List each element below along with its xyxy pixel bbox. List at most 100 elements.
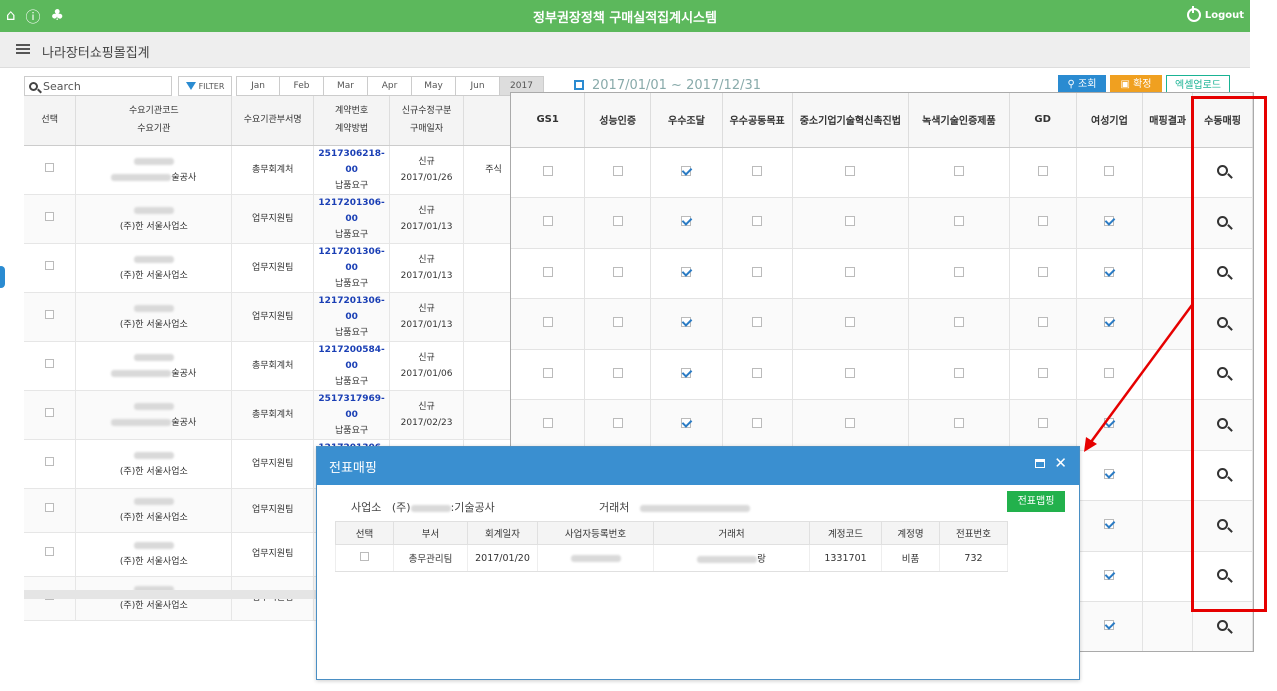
voucher-col-header[interactable]: 부서 bbox=[393, 521, 468, 545]
policy-cell[interactable] bbox=[908, 248, 1010, 299]
month-tab[interactable]: Jun bbox=[456, 76, 500, 96]
policy-checkbox[interactable] bbox=[1104, 569, 1115, 580]
policy-col-header[interactable]: 여성기업 bbox=[1076, 93, 1144, 148]
policy-col-header[interactable]: 녹색기술인증제품 bbox=[908, 93, 1010, 148]
policy-cell[interactable] bbox=[650, 349, 723, 400]
select-cell[interactable] bbox=[24, 243, 77, 293]
policy-checkbox[interactable] bbox=[1037, 418, 1048, 429]
policy-cell[interactable] bbox=[722, 197, 793, 249]
policy-checkbox[interactable] bbox=[542, 165, 553, 176]
logout-button[interactable]: Logout bbox=[1186, 6, 1244, 22]
policy-cell[interactable] bbox=[584, 147, 652, 198]
policy-checkbox[interactable] bbox=[1104, 165, 1115, 176]
contract-number[interactable]: 1217201306-00 bbox=[318, 198, 384, 224]
table-row[interactable]: (주)한 서울사업소 업무지원팀1217201306-00 납품요구 신규 2017/0… bbox=[24, 194, 524, 244]
table-row[interactable]: 술공사 총무회계처 2517317969-00 납품요구 신규 2017/02/23 bbox=[24, 390, 524, 440]
policy-checkbox[interactable] bbox=[612, 317, 623, 328]
policy-checkbox[interactable] bbox=[1104, 519, 1115, 530]
select-cell[interactable] bbox=[24, 439, 77, 489]
policy-checkbox[interactable] bbox=[752, 317, 763, 328]
policy-cell[interactable] bbox=[1009, 298, 1077, 350]
policy-checkbox[interactable] bbox=[681, 317, 692, 328]
policy-cell[interactable] bbox=[650, 298, 723, 350]
table-row[interactable] bbox=[511, 197, 1253, 249]
policy-checkbox[interactable] bbox=[953, 418, 964, 429]
policy-col-header[interactable]: 성능인증 bbox=[584, 93, 652, 148]
policy-checkbox[interactable] bbox=[1104, 367, 1115, 378]
col-header[interactable]: 수요기관부서명 bbox=[231, 96, 315, 146]
policy-checkbox[interactable] bbox=[542, 317, 553, 328]
date-range[interactable]: 2017/01/01 ~ 2017/12/31 bbox=[592, 78, 761, 93]
policy-checkbox[interactable] bbox=[1104, 620, 1115, 631]
policy-checkbox[interactable] bbox=[953, 216, 964, 227]
row-checkbox[interactable] bbox=[45, 503, 55, 512]
policy-checkbox[interactable] bbox=[612, 418, 623, 429]
col-header[interactable]: 수요기관코드 수요기관 bbox=[75, 96, 233, 146]
policy-checkbox[interactable] bbox=[612, 367, 623, 378]
policy-checkbox[interactable] bbox=[953, 367, 964, 378]
policy-cell[interactable] bbox=[650, 147, 723, 198]
col-header[interactable]: 계약번호 계약방법 bbox=[313, 96, 391, 146]
policy-checkbox[interactable] bbox=[1037, 266, 1048, 277]
policy-cell[interactable] bbox=[650, 248, 723, 299]
policy-cell[interactable] bbox=[792, 399, 910, 451]
policy-checkbox[interactable] bbox=[1104, 418, 1115, 429]
policy-cell[interactable] bbox=[908, 399, 1010, 451]
policy-checkbox[interactable] bbox=[542, 216, 553, 227]
col-header[interactable]: 선택 bbox=[24, 96, 77, 146]
table-row[interactable] bbox=[511, 399, 1253, 451]
row-checkbox[interactable] bbox=[45, 162, 55, 172]
policy-cell[interactable] bbox=[908, 298, 1010, 350]
search-icon[interactable] bbox=[1217, 619, 1229, 631]
month-tab[interactable]: Mar bbox=[324, 76, 368, 96]
policy-cell[interactable] bbox=[722, 349, 793, 400]
policy-cell[interactable] bbox=[650, 197, 723, 249]
voucher-col-header[interactable]: 회계일자 bbox=[467, 521, 538, 545]
policy-cell[interactable] bbox=[511, 298, 586, 350]
policy-cell[interactable] bbox=[584, 197, 652, 249]
policy-checkbox[interactable] bbox=[1104, 468, 1115, 479]
policy-cell[interactable] bbox=[511, 248, 586, 299]
policy-col-header[interactable]: 우수조달 bbox=[650, 93, 723, 148]
select-cell[interactable] bbox=[24, 194, 77, 244]
select-cell[interactable] bbox=[24, 390, 77, 440]
policy-checkbox[interactable] bbox=[1037, 165, 1048, 176]
policy-cell[interactable] bbox=[1076, 601, 1144, 651]
voucher-col-header[interactable]: 거래처 bbox=[653, 521, 810, 545]
search-input[interactable]: Search bbox=[24, 76, 172, 96]
calendar-icon[interactable] bbox=[574, 80, 584, 90]
policy-cell[interactable] bbox=[511, 197, 586, 249]
policy-checkbox[interactable] bbox=[542, 266, 553, 277]
table-row[interactable] bbox=[511, 349, 1253, 400]
policy-checkbox[interactable] bbox=[612, 216, 623, 227]
contract-number[interactable]: 2517306218-00 bbox=[318, 149, 384, 175]
table-row[interactable]: 총무관리팀 2017/01/20 랑 1331701 비품 732 bbox=[335, 544, 1008, 572]
policy-checkbox[interactable] bbox=[953, 165, 964, 176]
row-checkbox[interactable] bbox=[45, 309, 55, 319]
policy-cell[interactable] bbox=[1009, 349, 1077, 400]
policy-cell[interactable] bbox=[908, 197, 1010, 249]
policy-checkbox[interactable] bbox=[1104, 216, 1115, 227]
policy-cell[interactable] bbox=[1076, 399, 1144, 451]
policy-checkbox[interactable] bbox=[845, 165, 856, 176]
select-cell[interactable] bbox=[335, 544, 394, 572]
month-tab[interactable]: Jan bbox=[236, 76, 280, 96]
policy-cell[interactable] bbox=[1076, 197, 1144, 249]
side-handle[interactable] bbox=[0, 266, 5, 288]
policy-checkbox[interactable] bbox=[681, 418, 692, 429]
row-checkbox[interactable] bbox=[45, 407, 55, 417]
select-cell[interactable] bbox=[24, 292, 77, 342]
horizontal-scrollbar[interactable] bbox=[24, 590, 324, 599]
table-row[interactable]: (주)한 서울사업소 업무지원팀1217201306-00 납품요구 신규 2017/0… bbox=[24, 243, 524, 293]
policy-checkbox[interactable] bbox=[681, 367, 692, 378]
select-cell[interactable] bbox=[24, 488, 77, 533]
filter-button[interactable]: FILTER bbox=[178, 76, 232, 96]
table-row[interactable]: 술공사 총무회계처 1217200584-00 납품요구 신규 2017/01/06 bbox=[24, 341, 524, 391]
policy-checkbox[interactable] bbox=[845, 418, 856, 429]
policy-col-header[interactable]: 매핑결과 bbox=[1142, 93, 1194, 148]
policy-cell[interactable] bbox=[584, 298, 652, 350]
policy-checkbox[interactable] bbox=[752, 418, 763, 429]
contract-number[interactable]: 1217201306-00 bbox=[318, 247, 384, 273]
table-row[interactable] bbox=[511, 147, 1253, 198]
voucher-col-header[interactable]: 선택 bbox=[335, 521, 394, 545]
